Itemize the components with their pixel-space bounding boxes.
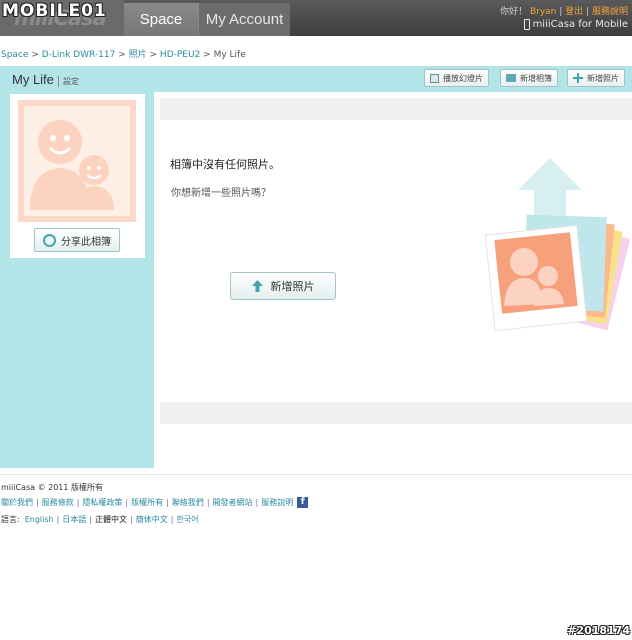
new-photo-button[interactable]: 新增照片 bbox=[567, 69, 625, 87]
album-cover-card: 分享此相簿 bbox=[10, 94, 145, 258]
breadcrumb-item-space[interactable]: Space bbox=[1, 50, 28, 60]
breadcrumb-current: My Life bbox=[213, 50, 246, 60]
language-english[interactable]: English bbox=[25, 515, 54, 524]
phone-icon bbox=[523, 19, 530, 30]
footer-links: 關於我們 | 服務條款 | 隱私權政策 | 版權所有 | 聯絡我們 | 開發者網… bbox=[1, 497, 309, 508]
language-selector: 語言: English | 日本語 | 正體中文 | 簡体中文 | 한국어 bbox=[1, 514, 199, 525]
people-placeholder-icon bbox=[30, 120, 114, 210]
new-photo-button-label: 新增照片 bbox=[587, 73, 619, 83]
language-separator: | bbox=[130, 515, 133, 524]
footer-separator: | bbox=[36, 498, 39, 507]
breadcrumb-separator: > bbox=[149, 50, 160, 60]
share-icon bbox=[43, 233, 56, 247]
footer-link-copyright[interactable]: 版權所有 bbox=[131, 497, 163, 508]
watermark-bottom: #2018174 bbox=[567, 624, 630, 637]
footer-separator: | bbox=[76, 498, 80, 507]
language-japanese[interactable]: 日本語 bbox=[62, 514, 86, 525]
up-arrow-icon bbox=[251, 280, 263, 292]
upload-photos-illustration-icon bbox=[484, 158, 631, 332]
breadcrumb: Space > D-Link DWR-117 > 照片 > HD-PEU2 > … bbox=[1, 47, 246, 60]
breadcrumb-item-photos[interactable]: 照片 bbox=[129, 50, 147, 60]
footer-link-privacy[interactable]: 隱私權政策 bbox=[82, 497, 122, 508]
plus-icon bbox=[573, 73, 583, 83]
add-photo-button-label: 新增照片 bbox=[270, 280, 315, 293]
breadcrumb-separator: > bbox=[118, 50, 129, 60]
language-traditional-chinese[interactable]: 正體中文 bbox=[95, 514, 127, 525]
new-album-button-label: 新增相簿 bbox=[520, 73, 552, 83]
photo-area-top-strip bbox=[160, 98, 632, 120]
folder-icon bbox=[506, 74, 516, 82]
share-album-button-label: 分享此相簿 bbox=[61, 236, 111, 248]
separator: | bbox=[586, 7, 590, 17]
separator: | bbox=[559, 7, 563, 17]
language-simplified-chinese[interactable]: 簡体中文 bbox=[136, 514, 168, 525]
breadcrumb-item-device[interactable]: D-Link DWR-117 bbox=[42, 50, 116, 60]
language-separator: | bbox=[170, 515, 174, 524]
page: miiiCasa MOBILE01 Space My Account 你好！ B… bbox=[0, 0, 632, 640]
album-settings-link[interactable]: 設定 bbox=[58, 76, 79, 87]
language-korean[interactable]: 한국어 bbox=[176, 514, 198, 525]
mobile-link-label: miiiCasa for Mobile bbox=[532, 19, 628, 30]
footer-link-contact[interactable]: 聯絡我們 bbox=[172, 497, 204, 508]
footer-link-about[interactable]: 關於我們 bbox=[1, 497, 33, 508]
empty-album-message: 相簿中沒有任何照片。 bbox=[170, 158, 280, 171]
greeting: 你好！ bbox=[500, 7, 528, 17]
logout-link[interactable]: 登出 bbox=[565, 7, 583, 17]
album-title: My Life bbox=[12, 72, 54, 87]
new-album-button[interactable]: 新增相簿 bbox=[500, 69, 558, 87]
facebook-icon[interactable]: f bbox=[297, 497, 309, 508]
breadcrumb-item-drive[interactable]: HD-PEU2 bbox=[160, 50, 200, 60]
empty-album-prompt: 你想新增一些照片嗎？ bbox=[171, 188, 271, 199]
share-album-button[interactable]: 分享此相簿 bbox=[34, 228, 120, 252]
mobile-link[interactable]: miiiCasa for Mobile bbox=[523, 19, 628, 30]
album-sidebar: 分享此相簿 bbox=[0, 92, 154, 468]
add-photo-button[interactable]: 新增照片 bbox=[230, 272, 336, 300]
photo-area-bottom-strip bbox=[160, 402, 632, 424]
footer-divider bbox=[0, 474, 632, 475]
tab-space[interactable]: Space bbox=[124, 3, 198, 36]
tab-my-account[interactable]: My Account bbox=[198, 3, 290, 36]
breadcrumb-separator: > bbox=[31, 50, 42, 60]
photo-area: 相簿中沒有任何照片。 你想新增一些照片嗎？ 新增照片 bbox=[160, 98, 632, 424]
help-link[interactable]: 服務說明 bbox=[592, 7, 628, 17]
footer-link-developers[interactable]: 開發者網站 bbox=[213, 497, 253, 508]
footer-separator: | bbox=[125, 498, 129, 507]
album-header: My Life 設定 播放幻燈片 新增相簿 新增照片 bbox=[0, 66, 632, 92]
language-separator: | bbox=[56, 515, 60, 524]
top-bar: miiiCasa MOBILE01 Space My Account 你好！ B… bbox=[0, 0, 632, 36]
user-links: 你好！ Bryan | 登出 | 服務說明 bbox=[500, 4, 628, 17]
slideshow-icon bbox=[430, 73, 439, 83]
slideshow-button[interactable]: 播放幻燈片 bbox=[424, 69, 489, 87]
copyright: miiiCasa © 2011 版權所有 bbox=[1, 483, 104, 492]
breadcrumb-separator: > bbox=[203, 50, 214, 60]
footer-separator: | bbox=[206, 498, 210, 507]
album-cover-placeholder-icon bbox=[18, 100, 136, 222]
footer-link-terms[interactable]: 服務條款 bbox=[42, 497, 74, 508]
footer-separator: | bbox=[166, 498, 169, 507]
language-separator: | bbox=[89, 515, 92, 524]
slideshow-button-label: 播放幻燈片 bbox=[443, 73, 483, 83]
footer-separator: | bbox=[255, 498, 259, 507]
language-label: 語言: bbox=[1, 515, 20, 524]
watermark-top: MOBILE01 bbox=[2, 1, 107, 21]
footer-link-help[interactable]: 服務說明 bbox=[261, 497, 293, 508]
user-name-link[interactable]: Bryan bbox=[530, 7, 556, 17]
